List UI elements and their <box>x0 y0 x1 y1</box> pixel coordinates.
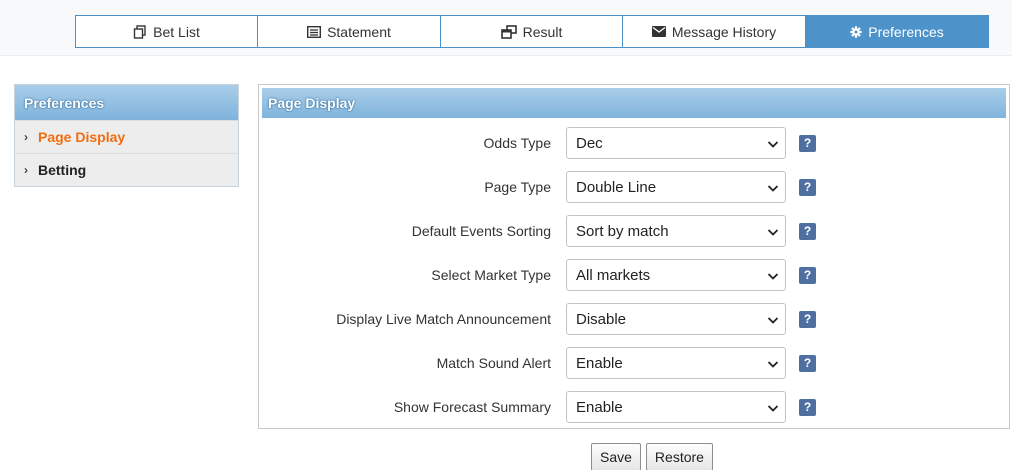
setting-label: Match Sound Alert <box>436 355 551 371</box>
tab-bar: Bet List Statement Result Message Histor… <box>75 15 989 48</box>
form-actions: Save Restore <box>591 443 713 470</box>
page-display-panel: Page Display Odds Type Dec ? Page Type D… <box>258 84 1010 429</box>
select-value: Sort by match <box>576 222 669 240</box>
select-value: All markets <box>576 266 651 284</box>
save-button[interactable]: Save <box>591 443 641 470</box>
chevron-down-icon <box>767 137 779 154</box>
chevron-down-icon <box>767 357 779 374</box>
tab-result[interactable]: Result <box>441 15 623 48</box>
sidebar-item-page-display[interactable]: › Page Display <box>15 120 238 153</box>
chevron-down-icon <box>767 181 779 198</box>
select-value: Enable <box>576 354 623 372</box>
top-nav-bar: Bet List Statement Result Message Histor… <box>0 0 1012 56</box>
setting-label: Odds Type <box>483 135 551 151</box>
envelope-icon <box>651 26 666 37</box>
preferences-sidebar: Preferences › Page Display › Betting <box>14 84 239 187</box>
odds-type-select[interactable]: Dec <box>566 127 786 159</box>
help-icon[interactable]: ? <box>799 135 816 152</box>
setting-label: Page Type <box>484 179 551 195</box>
sound-alert-select[interactable]: Enable <box>566 347 786 379</box>
setting-label: Show Forecast Summary <box>393 399 551 415</box>
help-icon[interactable]: ? <box>799 223 816 240</box>
chevron-down-icon <box>767 401 779 418</box>
sidebar-item-label: Betting <box>38 162 87 178</box>
select-value: Disable <box>576 310 627 328</box>
tab-statement[interactable]: Statement <box>258 15 441 48</box>
forecast-summary-select[interactable]: Enable <box>566 391 786 423</box>
windows-icon <box>500 24 517 39</box>
setting-label: Select Market Type <box>431 267 551 283</box>
setting-row-live-match-announcement: Display Live Match Announcement Disable … <box>259 303 1009 335</box>
chevron-right-icon: › <box>24 163 28 177</box>
panel-title: Page Display <box>262 88 1006 118</box>
list-icon <box>307 25 322 38</box>
setting-row-default-events-sorting: Default Events Sorting Sort by match ? <box>259 215 1009 247</box>
setting-label: Display Live Match Announcement <box>336 311 551 327</box>
help-icon[interactable]: ? <box>799 267 816 284</box>
tab-label: Statement <box>327 23 391 40</box>
gear-icon <box>850 25 862 38</box>
help-icon[interactable]: ? <box>799 355 816 372</box>
chevron-down-icon <box>767 225 779 242</box>
sidebar-item-betting[interactable]: › Betting <box>15 153 238 186</box>
tab-label: Result <box>522 23 563 40</box>
tab-bet-list[interactable]: Bet List <box>75 15 258 48</box>
setting-row-select-market-type: Select Market Type All markets ? <box>259 259 1009 291</box>
tab-label: Message History <box>671 23 777 40</box>
chevron-down-icon <box>767 269 779 286</box>
setting-row-odds-type: Odds Type Dec ? <box>259 127 1009 159</box>
chevron-down-icon <box>767 313 779 330</box>
select-value: Dec <box>576 134 603 152</box>
tab-preferences[interactable]: Preferences <box>806 15 989 48</box>
tab-message-history[interactable]: Message History <box>623 15 806 48</box>
select-value: Double Line <box>576 178 657 196</box>
tab-label: Bet List <box>153 23 200 40</box>
tab-label: Preferences <box>868 23 944 40</box>
events-sorting-select[interactable]: Sort by match <box>566 215 786 247</box>
live-announcement-select[interactable]: Disable <box>566 303 786 335</box>
sidebar-item-label: Page Display <box>38 129 126 145</box>
help-icon[interactable]: ? <box>799 179 816 196</box>
help-icon[interactable]: ? <box>799 399 816 416</box>
market-type-select[interactable]: All markets <box>566 259 786 291</box>
help-icon[interactable]: ? <box>799 311 816 328</box>
setting-row-page-type: Page Type Double Line ? <box>259 171 1009 203</box>
setting-row-forecast-summary: Show Forecast Summary Enable ? <box>259 391 1009 423</box>
page-type-select[interactable]: Double Line <box>566 171 786 203</box>
setting-row-match-sound-alert: Match Sound Alert Enable ? <box>259 347 1009 379</box>
select-value: Enable <box>576 398 623 416</box>
setting-label: Default Events Sorting <box>411 223 551 239</box>
chevron-right-icon: › <box>24 130 28 144</box>
sidebar-title: Preferences <box>15 85 238 120</box>
copy-icon <box>133 24 147 39</box>
restore-button[interactable]: Restore <box>645 443 713 470</box>
